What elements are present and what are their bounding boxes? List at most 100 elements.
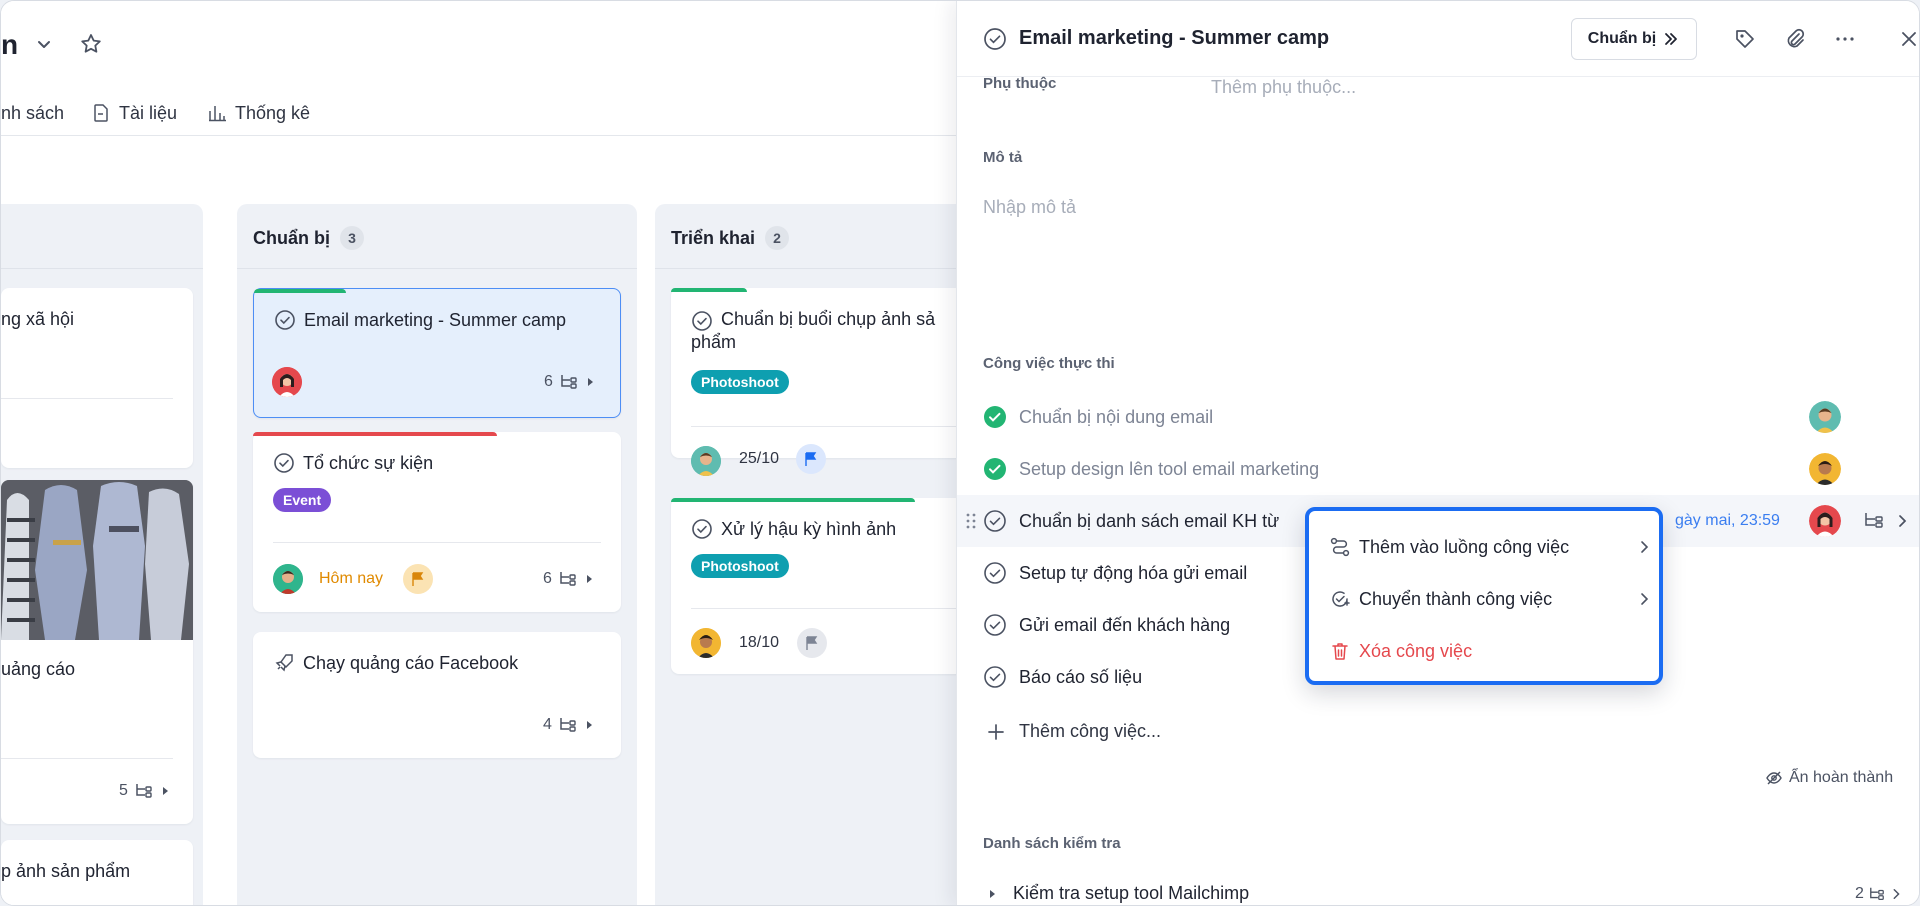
project-header: n: [1, 1, 956, 91]
description-input[interactable]: Nhập mô tả: [983, 197, 1076, 218]
tab-list[interactable]: nh sách: [1, 101, 64, 125]
subtask-count[interactable]: 4: [543, 716, 594, 734]
avatar[interactable]: [691, 628, 721, 658]
task-card[interactable]: Tổ chức sự kiện Event Hôm nay 6: [253, 432, 621, 612]
menu-item-delete-task[interactable]: Xóa công việc: [1309, 625, 1659, 677]
subtask-context-menu: Thêm vào luồng công việc Chuyển thành cô…: [1305, 507, 1663, 685]
avatar[interactable]: [1809, 453, 1841, 485]
subtask-tree-icon: [1870, 887, 1884, 900]
project-title[interactable]: n: [1, 29, 18, 61]
add-subtask-button[interactable]: Thêm công việc...: [987, 721, 1161, 742]
avatar[interactable]: [273, 564, 303, 594]
dependency-label: Phụ thuộc: [983, 75, 1057, 92]
task-title[interactable]: Email marketing - Summer camp: [1019, 27, 1329, 50]
subtask-due-date[interactable]: gày mai, 23:59: [1675, 512, 1780, 530]
column-name: Triển khai: [671, 227, 756, 248]
tag-icon[interactable]: [1733, 27, 1757, 51]
checklist-item-name: Kiểm tra setup tool Mailchimp: [1013, 883, 1250, 903]
check-circle-icon[interactable]: [273, 452, 295, 474]
avatar-man-icon: [691, 628, 721, 658]
chevron-right-icon: [1893, 888, 1900, 900]
task-card[interactable]: ng xã hội: [1, 288, 193, 468]
avatar[interactable]: [1809, 401, 1841, 433]
tab-statistics[interactable]: Thống kê: [207, 101, 310, 125]
task-card[interactable]: Xử lý hậu kỳ hình ảnh Photoshoot 18/10: [671, 498, 981, 674]
card-title: Tổ chức sự kiện: [273, 450, 605, 476]
subtask-name: Setup design lên tool email marketing: [1019, 458, 1320, 479]
flag-icon: [412, 572, 424, 586]
tag-photoshoot[interactable]: Photoshoot: [691, 554, 789, 578]
avatar[interactable]: [1809, 505, 1841, 537]
check-circle-icon[interactable]: [274, 309, 296, 331]
due-date[interactable]: Hôm nay: [319, 570, 383, 588]
chevron-down-icon[interactable]: [35, 35, 53, 53]
menu-item-convert-to-task[interactable]: Chuyển thành công việc: [1309, 573, 1659, 625]
task-card[interactable]: Chuẩn bị buổi chụp ảnh sả phẩm Photoshoo…: [671, 288, 981, 476]
subtask-tree-icon: [560, 718, 576, 732]
subtask-row[interactable]: Setup design lên tool email marketing: [957, 443, 1919, 495]
paperclip-icon[interactable]: [1783, 27, 1807, 51]
caret-right-icon: [586, 575, 592, 583]
subtask-tree-icon: [136, 784, 152, 798]
priority-flag[interactable]: [797, 628, 827, 658]
check-circle-icon[interactable]: [983, 27, 1007, 51]
priority-flag[interactable]: [796, 444, 826, 474]
flag-icon: [806, 636, 818, 650]
check-circle-icon[interactable]: [983, 561, 1007, 585]
avatar-man-icon: [691, 446, 721, 476]
tab-documents[interactable]: Tài liệu: [91, 101, 177, 125]
checklist-item[interactable]: Kiểm tra setup tool Mailchimp: [987, 883, 1249, 904]
hide-completed-label: Ẩn hoàn thành: [1789, 769, 1894, 786]
subtask-count[interactable]: 5: [119, 782, 170, 800]
subtask-count[interactable]: 6: [544, 373, 595, 391]
drag-handle-icon[interactable]: [965, 511, 977, 531]
checklist-count[interactable]: 2: [1855, 885, 1902, 903]
avatar-man-icon: [1809, 453, 1841, 485]
more-horizontal-icon[interactable]: [1833, 27, 1857, 51]
dependency-input[interactable]: Thêm phụ thuộc...: [1211, 77, 1356, 98]
subtask-row[interactable]: Chuẩn bị nội dung email: [957, 391, 1919, 443]
avatar-man-icon: [1809, 401, 1841, 433]
priority-flag[interactable]: [403, 564, 433, 594]
card-title-text: Tổ chức sự kiện: [303, 453, 434, 473]
convert-task-icon: [1332, 591, 1350, 607]
tag-photoshoot[interactable]: Photoshoot: [691, 370, 789, 394]
kanban-board: ng xã hội uảng cáo 5 p ảnh sản phẩm Chuẩ…: [1, 136, 981, 905]
check-circle-icon[interactable]: [691, 310, 713, 332]
check-circle-filled-icon[interactable]: [983, 457, 1007, 481]
column-prepare: Chuẩn bị 3 Email marketing - Summer camp…: [237, 204, 637, 905]
plus-icon: [988, 723, 1004, 740]
check-circle-icon[interactable]: [983, 613, 1007, 637]
board-area: n nh sách Tài liệu Thống kê ng xã hội uả…: [1, 1, 981, 905]
chevron-right-icon[interactable]: [1895, 514, 1909, 528]
subtask-tree-icon[interactable]: [1863, 511, 1885, 531]
close-icon[interactable]: [1897, 27, 1920, 51]
card-title-text: Email marketing - Summer camp: [304, 310, 567, 330]
check-circle-icon[interactable]: [983, 509, 1007, 533]
check-circle-icon[interactable]: [983, 665, 1007, 689]
progress-bar: [253, 432, 497, 436]
task-card[interactable]: Chạy quảng cáo Facebook 4: [253, 632, 621, 758]
subtask-count[interactable]: 6: [543, 570, 594, 588]
check-circle-filled-icon[interactable]: [983, 405, 1007, 429]
status-button[interactable]: Chuẩn bị: [1571, 18, 1697, 60]
due-date[interactable]: 25/10: [739, 450, 779, 468]
avatar[interactable]: [272, 367, 302, 397]
card-title: Xử lý hậu kỳ hình ảnh: [691, 516, 965, 542]
tag-event[interactable]: Event: [273, 488, 332, 512]
star-icon[interactable]: [79, 32, 103, 56]
caret-right-icon: [587, 378, 593, 386]
column-count: 3: [340, 226, 364, 250]
task-card[interactable]: p ảnh sản phẩm: [1, 840, 193, 905]
avatar[interactable]: [691, 446, 721, 476]
card-title-text: phẩm: [691, 332, 737, 352]
due-date[interactable]: 18/10: [739, 634, 779, 652]
hide-completed-toggle[interactable]: Ẩn hoàn thành: [1765, 769, 1893, 787]
task-card[interactable]: uảng cáo 5: [1, 480, 193, 824]
subtask-name: Báo cáo số liệu: [1019, 666, 1143, 687]
task-card-selected[interactable]: Email marketing - Summer camp 6: [253, 288, 621, 418]
caret-right-icon[interactable]: [987, 889, 997, 899]
check-circle-icon[interactable]: [691, 518, 713, 540]
card-title: Chuẩn bị buổi chụp ảnh sả: [691, 306, 965, 332]
menu-item-add-to-workflow[interactable]: Thêm vào luồng công việc: [1309, 521, 1659, 573]
